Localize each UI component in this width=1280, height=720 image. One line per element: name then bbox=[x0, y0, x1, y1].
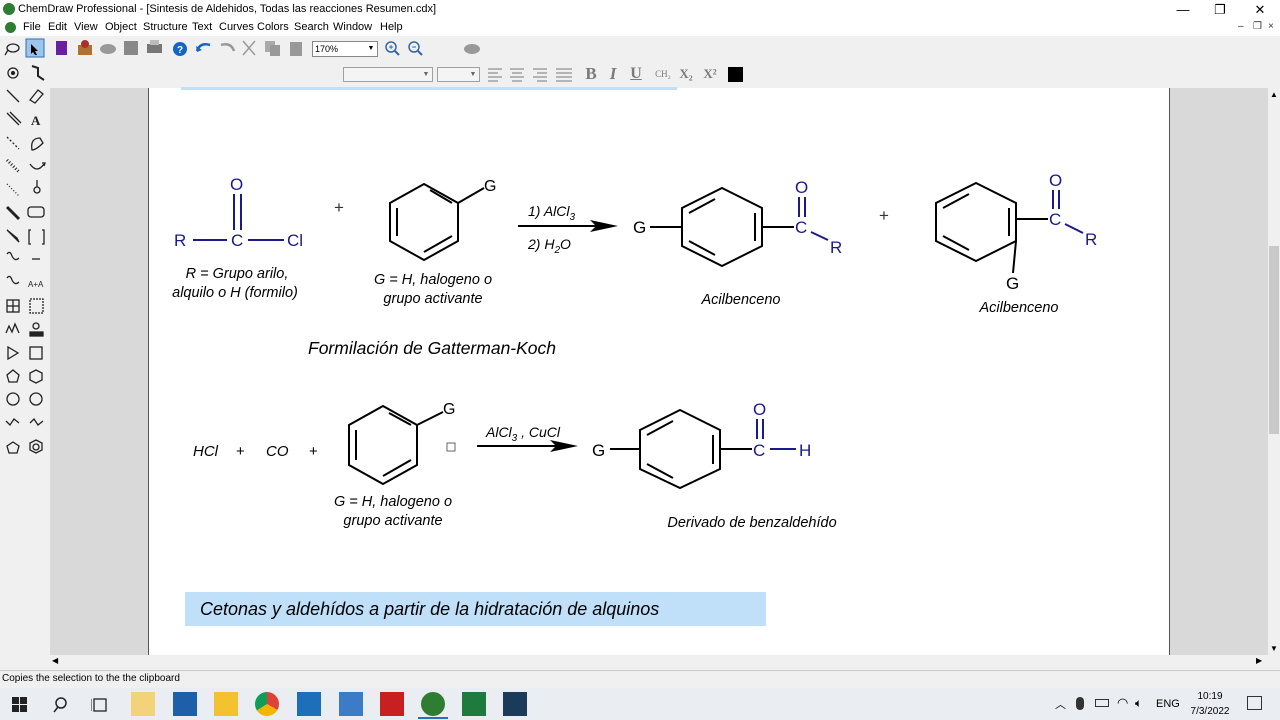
terminal-app-icon[interactable] bbox=[503, 692, 527, 716]
mdi-close-button[interactable]: × bbox=[1268, 21, 1274, 32]
chevron-up-icon[interactable]: ︿ bbox=[1055, 696, 1066, 712]
atom-oxygen: O bbox=[753, 400, 766, 419]
reagent-hcl: HCl bbox=[193, 443, 219, 460]
atom-r: R bbox=[830, 238, 842, 257]
clock-date[interactable]: 7/3/2022 bbox=[1188, 706, 1232, 717]
status-bar: Copies the selection to the the clipboar… bbox=[0, 670, 1280, 687]
atom-hydrogen: H bbox=[799, 441, 811, 460]
highlight-strip bbox=[181, 87, 677, 90]
substituted-benzene[interactable] bbox=[389, 182, 485, 262]
g-note-line1: G = H, halogeno o bbox=[334, 494, 452, 510]
windows-taskbar: ︿ ◠ 🔈︎ ENG 10:19 7/3/2022 bbox=[0, 688, 1280, 720]
g-note-line2: grupo activante bbox=[383, 291, 482, 307]
plus-sign: + bbox=[236, 443, 245, 460]
reaction-arrow[interactable] bbox=[518, 220, 618, 232]
task-view-icon[interactable] bbox=[91, 696, 109, 714]
ortho-acylbenzene[interactable] bbox=[935, 181, 1048, 274]
g-note-line1: G = H, halogeno o bbox=[374, 272, 492, 288]
folder-app-icon[interactable] bbox=[214, 692, 238, 716]
scroll-right-icon[interactable]: ▶ bbox=[1256, 656, 1262, 665]
atom-oxygen: O bbox=[795, 178, 808, 197]
scroll-down-icon[interactable]: ▼ bbox=[1270, 644, 1278, 653]
atom-carbon: C bbox=[795, 218, 807, 237]
windows-start-icon[interactable] bbox=[12, 697, 28, 713]
reagent-co: CO bbox=[266, 443, 289, 460]
r-note-line1: R = Grupo arilo, bbox=[186, 266, 289, 282]
substituent-g: G bbox=[592, 441, 605, 460]
atom-carbon: C bbox=[753, 441, 765, 460]
atom-chlorine: Cl bbox=[287, 231, 303, 250]
chemdraw-app-icon[interactable] bbox=[421, 692, 445, 716]
file-explorer-app-icon[interactable] bbox=[131, 692, 155, 716]
product1-label: Acilbenceno bbox=[701, 292, 781, 308]
para-acylbenzene[interactable] bbox=[650, 186, 794, 268]
clock-time[interactable]: 10:19 bbox=[1190, 691, 1230, 702]
excel-app-icon[interactable] bbox=[462, 692, 486, 716]
r-note-line2: alquilo o H (formilo) bbox=[172, 285, 298, 301]
benzaldehyde-product[interactable] bbox=[610, 408, 752, 490]
reaction-arrow[interactable] bbox=[477, 440, 578, 452]
atom-oxygen: O bbox=[1049, 171, 1062, 190]
substituent-g: G bbox=[484, 178, 496, 195]
condition: AlCl3 , CuCl bbox=[485, 424, 561, 444]
scroll-corner bbox=[1268, 655, 1280, 668]
substituent-g: G bbox=[443, 401, 455, 418]
substituent-g: G bbox=[1006, 274, 1019, 293]
vertical-scrollbar[interactable]: ▲ ▼ bbox=[1268, 88, 1280, 655]
acyl-chloride-structure[interactable]: O R C Cl bbox=[174, 175, 303, 250]
condition-top: 1) AlCl3 bbox=[528, 203, 576, 223]
microphone-icon[interactable] bbox=[1076, 697, 1084, 710]
battery-icon[interactable] bbox=[1095, 699, 1109, 707]
calculator-app-icon[interactable] bbox=[339, 692, 363, 716]
atom-oxygen: O bbox=[230, 175, 243, 194]
plus-sign: + bbox=[334, 198, 344, 217]
active-app-indicator bbox=[418, 717, 448, 719]
banner-text: Cetonas y aldehídos a partir de la hidra… bbox=[200, 599, 659, 619]
atom-carbon: C bbox=[231, 231, 243, 250]
product-label: Derivado de benzaldehído bbox=[667, 515, 836, 531]
product2-label: Acilbenceno bbox=[979, 300, 1059, 316]
volume-icon[interactable]: 🔈︎ bbox=[1135, 696, 1142, 711]
plus-sign: + bbox=[879, 206, 889, 225]
atom-r: R bbox=[1085, 230, 1097, 249]
substituted-benzene[interactable] bbox=[348, 404, 444, 486]
scroll-left-icon[interactable]: ◀ bbox=[52, 656, 58, 665]
plus-sign: + bbox=[309, 443, 318, 460]
status-text: Copies the selection to the the clipboar… bbox=[2, 673, 180, 684]
atom-carbon: C bbox=[1049, 210, 1061, 229]
store-app-icon[interactable] bbox=[297, 692, 321, 716]
substituent-g: G bbox=[633, 218, 646, 237]
chrome-app-icon[interactable] bbox=[255, 692, 279, 716]
scroll-up-icon[interactable]: ▲ bbox=[1270, 90, 1278, 99]
notifications-icon[interactable] bbox=[1247, 696, 1262, 710]
search-icon[interactable] bbox=[52, 696, 70, 714]
atom-r: R bbox=[174, 231, 186, 250]
scroll-thumb[interactable] bbox=[1269, 246, 1279, 434]
condition-bottom: 2) H2O bbox=[527, 236, 571, 256]
language-indicator[interactable]: ENG bbox=[1156, 698, 1180, 710]
acrobat-app-icon[interactable] bbox=[380, 692, 404, 716]
reaction-scheme: O R C Cl R = Grupo arilo, alquilo o H (f… bbox=[172, 87, 1097, 626]
wifi-icon[interactable]: ◠ bbox=[1117, 695, 1128, 711]
placeholder-box bbox=[446, 442, 456, 452]
horizontal-scrollbar[interactable]: ◀ ▶ bbox=[50, 655, 1268, 668]
g-note-line2: grupo activante bbox=[343, 513, 442, 529]
word-app-icon[interactable] bbox=[173, 692, 197, 716]
section-title: Formilación de Gatterman-Koch bbox=[308, 338, 556, 358]
